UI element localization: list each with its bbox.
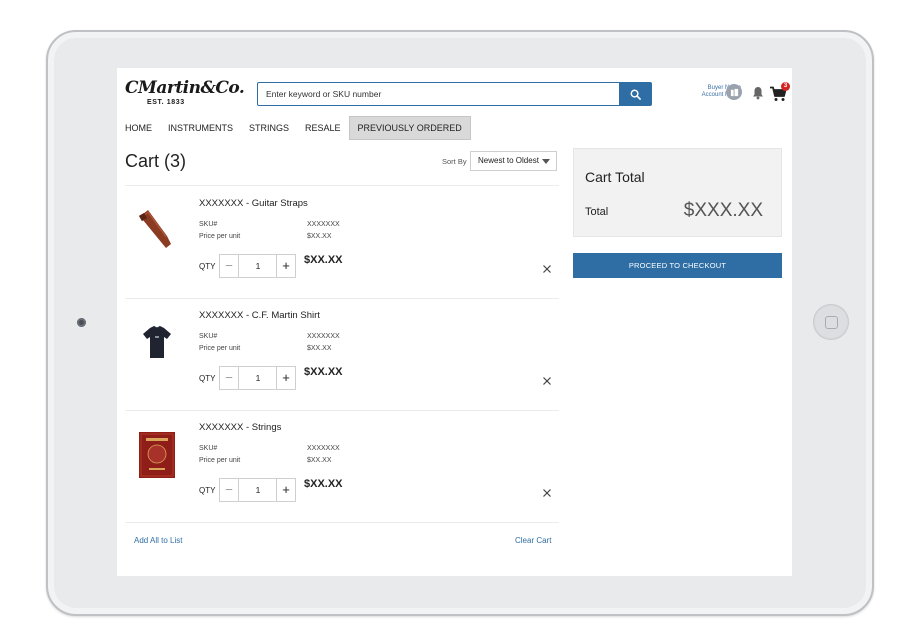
cart-item: XXXXXXX - Strings SKU# XXXXXXX Price per… bbox=[125, 410, 559, 523]
sku-label: SKU# bbox=[199, 445, 218, 452]
increase-qty-button[interactable]: + bbox=[276, 255, 295, 277]
total-value: $XXX.XX bbox=[683, 200, 763, 221]
decrease-qty-button[interactable]: − bbox=[220, 367, 239, 389]
nav-home[interactable]: HOME bbox=[117, 116, 160, 140]
logo-script: CMartin&Co. bbox=[125, 78, 245, 98]
main-nav: HOME INSTRUMENTS STRINGS RESALE PREVIOUS… bbox=[117, 116, 471, 140]
search-icon bbox=[630, 89, 641, 100]
quantity-stepper: − 1 + bbox=[219, 478, 296, 502]
proceed-to-checkout-button[interactable]: PROCEED TO CHECKOUT bbox=[573, 253, 782, 278]
increase-qty-button[interactable]: + bbox=[276, 367, 295, 389]
guitar-strap-image bbox=[138, 210, 171, 248]
cart-title: Cart (3) bbox=[125, 151, 187, 171]
quantity-stepper: − 1 + bbox=[219, 366, 296, 390]
qty-label: QTY bbox=[199, 486, 216, 495]
sku-label: SKU# bbox=[199, 221, 218, 228]
search-input[interactable] bbox=[258, 83, 616, 105]
martin-logo[interactable]: CMartin&Co. EST. 1833 bbox=[125, 78, 245, 108]
cart-count-badge: 3 bbox=[781, 82, 790, 91]
item-name[interactable]: XXXXXXX - C.F. Martin Shirt bbox=[199, 310, 320, 321]
price-label: Price per unit bbox=[199, 345, 241, 352]
clear-cart-link[interactable]: Clear Cart bbox=[515, 536, 551, 545]
bell-icon[interactable] bbox=[752, 86, 764, 100]
quantity-stepper: − 1 + bbox=[219, 254, 296, 278]
decrease-qty-button[interactable]: − bbox=[220, 255, 239, 277]
close-icon[interactable] bbox=[542, 264, 552, 274]
front-camera bbox=[77, 318, 86, 327]
search-bar bbox=[257, 82, 652, 106]
logo-est: EST. 1833 bbox=[147, 99, 185, 106]
price-value: $XX.XX bbox=[307, 233, 332, 240]
app-screen: CMartin&Co. EST. 1833 Buyer Name Account… bbox=[117, 68, 792, 576]
nav-instruments[interactable]: INSTRUMENTS bbox=[160, 116, 241, 140]
close-icon[interactable] bbox=[542, 376, 552, 386]
total-label: Total bbox=[585, 206, 609, 218]
cart-item: XXXXXXX - Guitar Straps SKU# XXXXXXX Pri… bbox=[125, 186, 559, 299]
sku-label: SKU# bbox=[199, 333, 218, 340]
increase-qty-button[interactable]: + bbox=[276, 479, 295, 501]
item-name[interactable]: XXXXXXX - Strings bbox=[199, 422, 281, 433]
price-value: $XX.XX bbox=[307, 345, 332, 352]
sku-value: XXXXXXX bbox=[307, 445, 340, 452]
nav-resale[interactable]: RESALE bbox=[297, 116, 349, 140]
quantity-input[interactable]: 1 bbox=[238, 479, 278, 501]
add-all-to-list-link[interactable]: Add All to List bbox=[134, 536, 182, 545]
close-icon[interactable] bbox=[542, 488, 552, 498]
item-total: $XX.XX bbox=[304, 478, 343, 490]
item-name[interactable]: XXXXXXX - Guitar Straps bbox=[199, 198, 308, 209]
sort-dropdown[interactable]: Newest to Oldest bbox=[470, 151, 557, 171]
account-avatar-icon[interactable] bbox=[726, 84, 742, 100]
sku-value: XXXXXXX bbox=[307, 333, 340, 340]
sku-value: XXXXXXX bbox=[307, 221, 340, 228]
cart-item: XXXXXXX - C.F. Martin Shirt SKU# XXXXXXX… bbox=[125, 298, 559, 411]
cart-total-panel: Cart Total Total $XXX.XX bbox=[573, 148, 782, 237]
price-value: $XX.XX bbox=[307, 457, 332, 464]
t-shirt-image bbox=[143, 325, 171, 358]
nav-strings[interactable]: STRINGS bbox=[241, 116, 297, 140]
item-total: $XX.XX bbox=[304, 254, 343, 266]
item-total: $XX.XX bbox=[304, 366, 343, 378]
price-label: Price per unit bbox=[199, 233, 241, 240]
quantity-input[interactable]: 1 bbox=[238, 367, 278, 389]
qty-label: QTY bbox=[199, 262, 216, 271]
cart-total-heading: Cart Total bbox=[585, 169, 645, 185]
home-button[interactable] bbox=[813, 304, 849, 340]
sort-by-label: Sort By bbox=[442, 157, 467, 166]
decrease-qty-button[interactable]: − bbox=[220, 479, 239, 501]
sort-value: Newest to Oldest bbox=[478, 156, 539, 165]
search-button[interactable] bbox=[619, 83, 651, 105]
string-pack-image bbox=[139, 432, 175, 478]
price-label: Price per unit bbox=[199, 457, 241, 464]
nav-previously-ordered[interactable]: PREVIOUSLY ORDERED bbox=[348, 116, 471, 140]
quantity-input[interactable]: 1 bbox=[238, 255, 278, 277]
qty-label: QTY bbox=[199, 374, 216, 383]
chevron-down-icon bbox=[542, 159, 550, 164]
